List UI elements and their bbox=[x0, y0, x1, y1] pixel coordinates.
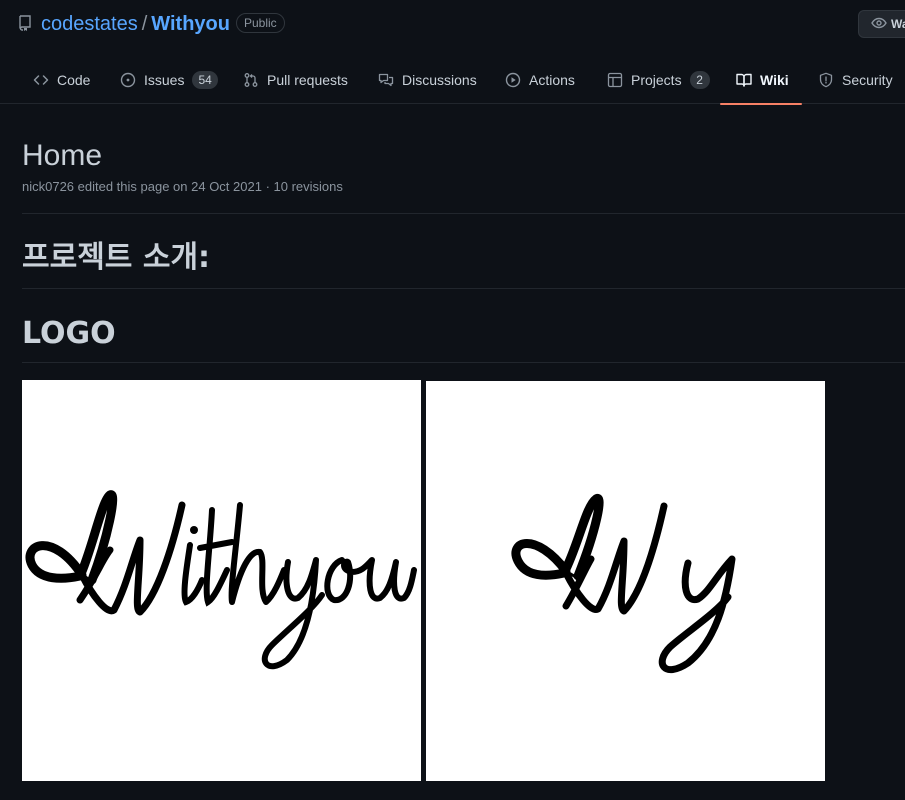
page-edit-meta: nick0726 edited this page on 24 Oct 2021… bbox=[22, 179, 343, 194]
tab-code-label: Code bbox=[57, 72, 91, 88]
tab-discussions-label: Discussions bbox=[402, 72, 477, 88]
heading-project-intro: 프로젝트 소개: bbox=[22, 240, 211, 275]
tab-issues[interactable]: Issues 54 bbox=[120, 56, 218, 104]
tab-wiki-label: Wiki bbox=[760, 72, 789, 88]
title-divider bbox=[22, 213, 905, 214]
tab-projects[interactable]: Projects 2 bbox=[607, 56, 710, 104]
repo-path-separator: / bbox=[141, 13, 148, 35]
repo-owner-link[interactable]: codestates bbox=[41, 13, 138, 35]
shield-icon bbox=[819, 72, 833, 88]
tab-discussions[interactable]: Discussions bbox=[378, 56, 477, 104]
projects-count-badge: 2 bbox=[689, 71, 710, 89]
withyou-logo-graphic bbox=[25, 490, 417, 670]
tab-actions[interactable]: Actions bbox=[505, 56, 575, 104]
page-title: Home bbox=[22, 139, 103, 172]
tab-pull-requests-label: Pull requests bbox=[267, 72, 348, 88]
wy-logo-graphic bbox=[511, 493, 736, 674]
watch-button[interactable]: Watch bbox=[858, 10, 905, 38]
book-icon bbox=[736, 73, 752, 87]
tab-projects-label: Projects bbox=[631, 72, 682, 88]
logo-heading-divider bbox=[22, 362, 905, 363]
logo-image-wy[interactable] bbox=[426, 381, 825, 781]
tab-code[interactable]: Code bbox=[33, 56, 90, 104]
tab-wiki[interactable]: Wiki bbox=[720, 56, 802, 105]
repo-icon bbox=[19, 15, 31, 31]
repo-header: codestates/Withyou Public Watch bbox=[0, 0, 905, 48]
tab-pull-requests[interactable]: Pull requests bbox=[243, 56, 348, 104]
heading-logo: LOGO bbox=[22, 316, 116, 351]
issues-count-badge: 54 bbox=[192, 71, 218, 89]
tab-security[interactable]: Security bbox=[818, 56, 893, 104]
pull-request-icon bbox=[244, 73, 258, 87]
visibility-badge: Public bbox=[236, 13, 285, 33]
eye-icon bbox=[871, 17, 887, 29]
watch-button-label: Watch bbox=[891, 17, 905, 31]
play-icon bbox=[505, 72, 521, 88]
intro-heading-divider bbox=[22, 288, 905, 289]
tab-security-label: Security bbox=[842, 72, 893, 88]
issue-icon bbox=[120, 72, 136, 88]
tab-actions-label: Actions bbox=[529, 72, 575, 88]
logo-image-withyou[interactable] bbox=[22, 380, 421, 781]
repo-nav-tabs: Code Issues 54 Pull requests Discussions… bbox=[0, 56, 905, 105]
table-icon bbox=[607, 72, 623, 88]
tab-issues-label: Issues bbox=[144, 72, 185, 88]
repo-title: codestates / Withyou bbox=[41, 12, 230, 36]
repo-name-link[interactable]: Withyou bbox=[151, 13, 230, 35]
code-icon bbox=[33, 75, 49, 85]
discussions-icon bbox=[378, 73, 394, 87]
